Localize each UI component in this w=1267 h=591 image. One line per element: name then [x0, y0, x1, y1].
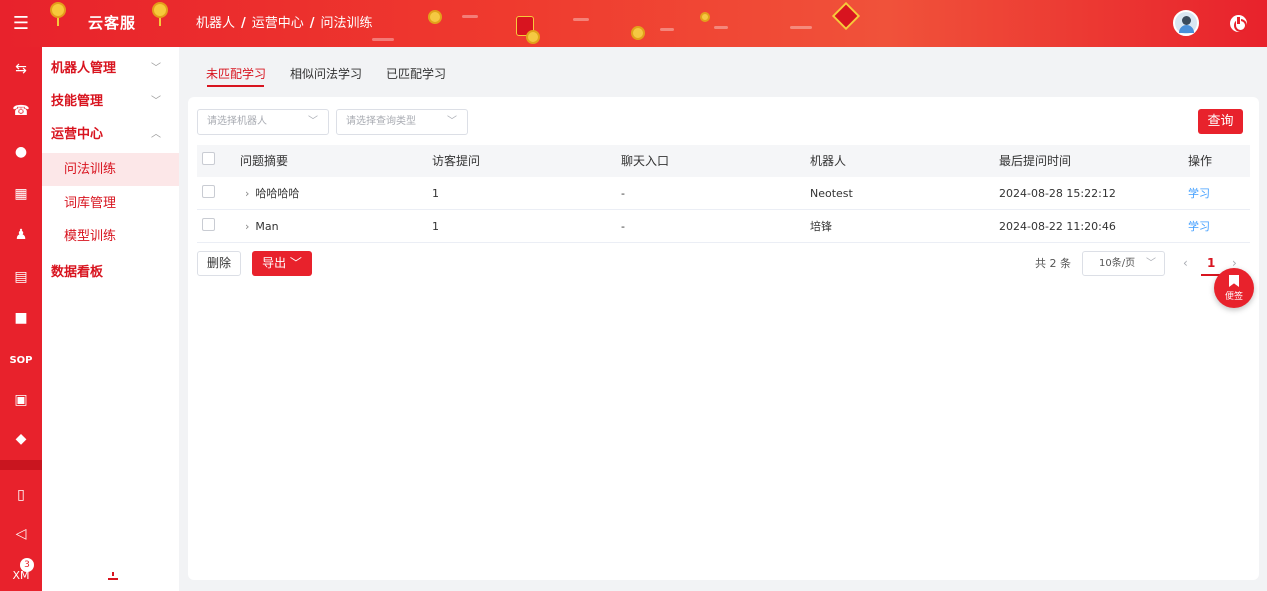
video-icon[interactable]: ■ [0, 307, 42, 329]
column-header: 聊天入口 [621, 154, 670, 168]
breadcrumb: 机器人 / 运营中心 / 问法训练 [196, 16, 373, 31]
chevron-down-icon: ﹀ [308, 116, 318, 127]
lantern-icon [152, 2, 168, 26]
summary-cell[interactable]: › Man [245, 210, 279, 243]
entry-cell: - [621, 187, 625, 200]
entry-cell: - [621, 220, 625, 233]
decor-dash [660, 28, 674, 31]
lantern-icon [50, 2, 66, 26]
chevron-down-icon: ﹀ [447, 116, 457, 127]
visitor-questions-cell: 1 [432, 187, 439, 200]
column-header: 操作 [1188, 154, 1213, 168]
query-type-select[interactable]: 请选择查询类型 ﹀ [336, 109, 468, 135]
user-icon[interactable]: ♟ [0, 224, 42, 246]
page-number[interactable]: 1 [1201, 251, 1222, 276]
row-checkbox[interactable] [202, 218, 215, 231]
nav-group-data-dashboard[interactable]: 数据看板 [42, 256, 179, 289]
breadcrumb-item[interactable]: 机器人 [196, 16, 235, 31]
page-size-select[interactable]: 10条/页 ﹀ [1082, 251, 1165, 276]
brand-name: 云客服 [88, 14, 137, 32]
row-checkbox[interactable] [202, 185, 215, 198]
chat-icon[interactable]: ● [0, 141, 42, 163]
active-tab-indicator [207, 85, 264, 87]
nav-item-lexicon-management[interactable]: 词库管理 [42, 187, 179, 220]
decor-dash [462, 15, 478, 18]
column-header: 问题摘要 [240, 154, 289, 168]
nav-group-robot-management[interactable]: 机器人管理 ﹀ [42, 52, 179, 85]
coin-icon [700, 12, 710, 22]
shield-icon[interactable]: ◆ [0, 428, 42, 450]
robot-select[interactable]: 请选择机器人 ﹀ [197, 109, 329, 135]
visitor-questions-cell: 1 [432, 220, 439, 233]
sub-navigation: 机器人管理 ﹀ 技能管理 ﹀ 运营中心 ︿ 问法训练 词库管理 模型训练 数据看板 [42, 47, 179, 591]
select-all-checkbox[interactable] [202, 152, 215, 165]
collapse-icon[interactable] [108, 572, 118, 582]
tab-matched-learning[interactable]: 已匹配学习 [386, 65, 446, 82]
bookmark-icon [1229, 275, 1239, 287]
decor-dash [714, 26, 728, 29]
coin-icon [428, 10, 442, 24]
last-time-cell: 2024-08-28 15:22:12 [999, 187, 1116, 200]
chevron-right-icon[interactable]: › [245, 187, 249, 200]
sop-icon[interactable]: SOP [0, 349, 42, 371]
nav-item-model-training[interactable]: 模型训练 [42, 220, 179, 253]
chevron-down-icon: ﹀ [151, 96, 161, 107]
icon-rail: ⇆ ☎ ● ▦ ♟ ▤ ■ SOP ▣ ◆ ▯ ◁ XM 3 [0, 47, 42, 591]
query-button[interactable]: 查询 [1198, 109, 1243, 134]
tab-similar-question-learning[interactable]: 相似问法学习 [290, 65, 362, 82]
decor-dash [790, 26, 812, 29]
content-card: 请选择机器人 ﹀ 请选择查询类型 ﹀ 查询 问题摘要 访客提问 聊天入口 机器人 最… [188, 97, 1259, 580]
clipboard-icon[interactable]: ▤ [0, 266, 42, 288]
menu-toggle-icon[interactable]: ☰ [0, 0, 42, 47]
notification-badge: 3 [20, 558, 34, 572]
learn-link[interactable]: 学习 [1188, 177, 1210, 210]
chevron-down-icon: ﹀ [151, 63, 161, 74]
xm-icon[interactable]: XM 3 [0, 558, 42, 586]
learn-link[interactable]: 学习 [1188, 210, 1210, 243]
swap-icon[interactable]: ⇆ [0, 58, 42, 80]
user-avatar[interactable] [1173, 10, 1199, 36]
sticky-note-label: 便签 [1224, 292, 1243, 302]
prev-page-icon[interactable]: ‹ [1183, 251, 1188, 276]
chevron-down-icon: ﹀ [289, 256, 302, 270]
fu-charm-icon [831, 1, 861, 31]
column-header: 最后提问时间 [999, 154, 1072, 168]
export-button[interactable]: 导出 ﹀ [252, 251, 312, 276]
rail-divider [0, 460, 42, 470]
summary-cell[interactable]: › 哈哈哈哈 [245, 177, 299, 210]
grid-icon[interactable]: ▦ [0, 183, 42, 205]
column-header: 访客提问 [432, 154, 481, 168]
book-icon[interactable]: ▯ [0, 484, 42, 506]
breadcrumb-item: 问法训练 [320, 16, 373, 31]
table-row: › Man 1 - 培锋 2024-08-22 11:20:46 学习 [197, 210, 1250, 243]
column-header: 机器人 [810, 154, 847, 168]
delete-button[interactable]: 删除 [197, 251, 241, 276]
monitor-icon[interactable]: ▣ [0, 389, 42, 411]
table-row: › 哈哈哈哈 1 - Neotest 2024-08-28 15:22:12 学习 [197, 177, 1250, 210]
robot-cell: Neotest [810, 187, 853, 200]
coin-icon [526, 30, 540, 44]
breadcrumb-item[interactable]: 运营中心 [252, 16, 304, 31]
top-header: ☰ 云客服 机器人 / 运营中心 / 问法训练 [0, 0, 1267, 47]
last-time-cell: 2024-08-22 11:20:46 [999, 220, 1116, 233]
chevron-down-icon: ﹀ [1146, 258, 1156, 269]
total-count: 共 2 条 [1035, 257, 1071, 270]
nav-item-question-training[interactable]: 问法训练 [42, 153, 179, 186]
tab-unmatched-learning[interactable]: 未匹配学习 [206, 65, 266, 82]
decor-dash [372, 38, 394, 41]
power-icon[interactable] [1230, 15, 1247, 32]
chevron-up-icon: ︿ [151, 129, 161, 140]
table-header: 问题摘要 访客提问 聊天入口 机器人 最后提问时间 操作 [197, 145, 1250, 177]
decor-dash [573, 18, 589, 21]
robot-cell: 培锋 [810, 220, 832, 233]
nav-group-skill-management[interactable]: 技能管理 ﹀ [42, 85, 179, 118]
coin-icon [631, 26, 645, 40]
sticky-note-button[interactable]: 便签 [1214, 268, 1254, 308]
phone-icon[interactable]: ☎ [0, 100, 42, 122]
nav-group-operations-center[interactable]: 运营中心 ︿ [42, 118, 179, 151]
chevron-right-icon[interactable]: › [245, 220, 249, 233]
megaphone-icon[interactable]: ◁ [0, 523, 42, 545]
